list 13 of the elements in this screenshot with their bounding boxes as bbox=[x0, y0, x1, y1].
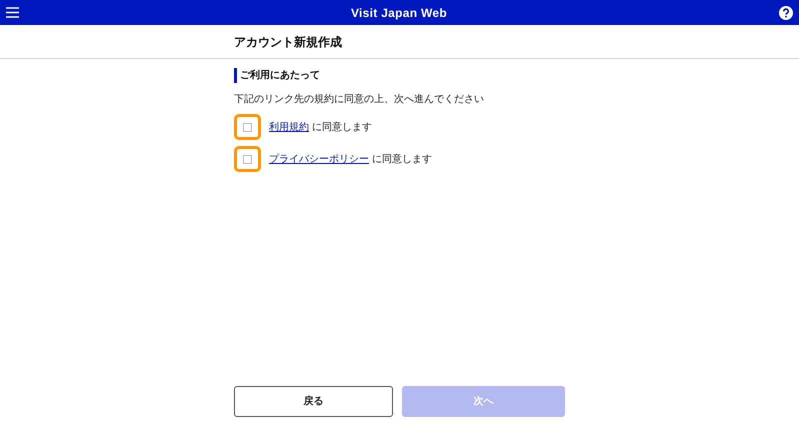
agreement-text: プライバシーポリシー に同意します bbox=[269, 152, 432, 166]
menu-icon[interactable] bbox=[6, 7, 19, 18]
instruction-text: 下記のリンク先の規約に同意の上、次へ進んでください bbox=[234, 92, 485, 107]
checkbox[interactable] bbox=[243, 122, 252, 132]
back-button[interactable]: 戻る bbox=[234, 386, 393, 417]
app-title: Visit Japan Web bbox=[350, 4, 448, 22]
section-heading: ご利用にあたって bbox=[240, 68, 320, 83]
policy-link[interactable]: 利用規約 bbox=[269, 122, 309, 132]
agreement-text: 利用規約 に同意します bbox=[269, 120, 372, 134]
help-icon[interactable] bbox=[779, 6, 793, 20]
policy-link[interactable]: プライバシーポリシー bbox=[269, 154, 369, 164]
checkbox[interactable] bbox=[243, 154, 252, 164]
page-title: アカウント新規作成 bbox=[234, 34, 342, 50]
